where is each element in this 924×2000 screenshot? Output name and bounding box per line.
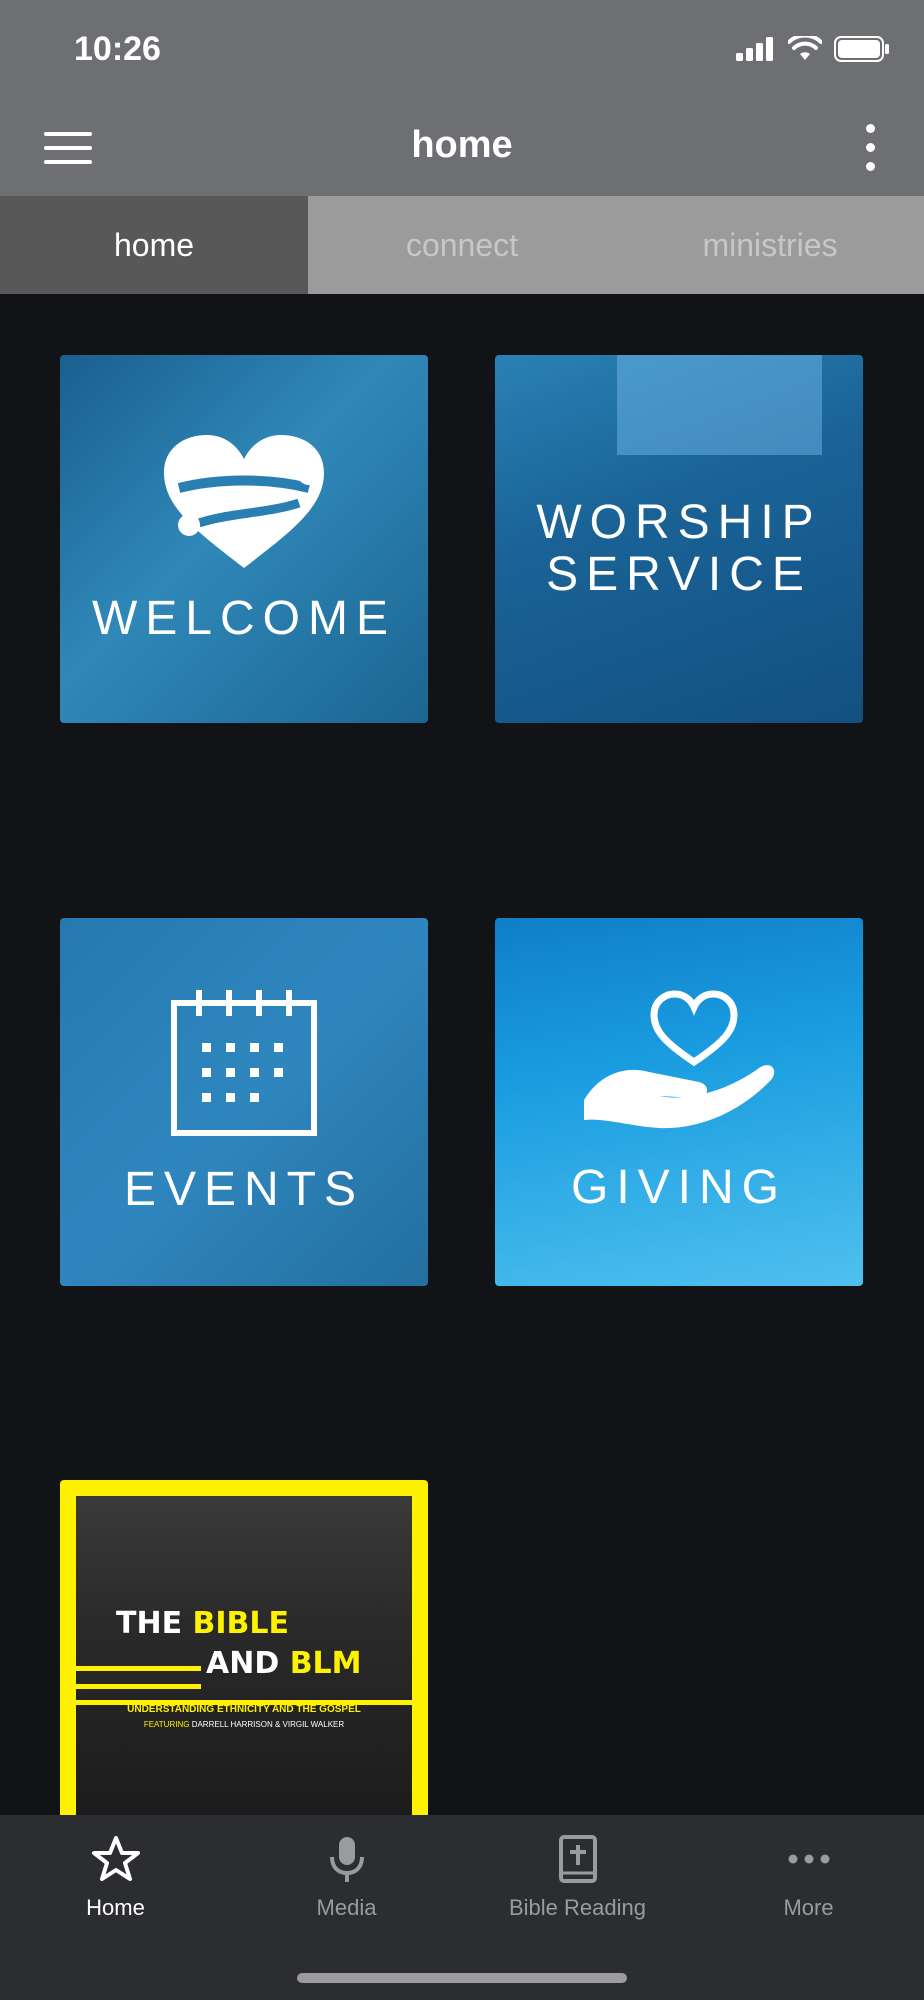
events-label: EVENTS [123,1163,365,1216]
heart-hug-icon [164,435,324,568]
status-bar: 10:26 [0,0,924,100]
tab-strip: home connect ministries [0,196,924,294]
status-icons [736,36,890,62]
giving-label: GIVING [570,1161,788,1214]
bible-blm-artwork: THE BIBLE AND BLM UNDERSTANDING ETHNICIT… [76,1496,412,1815]
star-icon [91,1836,140,1881]
nav-media[interactable]: Media [231,1835,462,1921]
battery-icon [834,36,889,62]
worship-label-line2: SERVICE [546,548,812,601]
nav-more[interactable]: More [693,1835,924,1921]
tab-home[interactable]: home [0,196,308,294]
wifi-icon [788,36,822,60]
page-title: home [411,124,513,166]
welcome-tile[interactable]: WELCOME [60,355,428,723]
more-dots-icon [788,1854,829,1864]
app-bar: home [0,100,924,196]
signal-icon [736,37,773,61]
nav-home-label: Home [86,1895,145,1920]
nav-more-label: More [783,1895,834,1920]
nav-bible-reading[interactable]: Bible Reading [462,1835,693,1921]
nav-home[interactable]: Home [0,1835,231,1921]
giving-tile[interactable]: GIVING [495,918,863,1286]
tab-connect[interactable]: connect [308,196,616,294]
bible-blm-title-line1: THE BIBLE [116,1606,290,1641]
nav-bible-reading-label: Bible Reading [509,1895,646,1920]
bible-blm-featuring: FEATURING DARRELL HARRISON & VIRGIL WALK… [143,1720,345,1729]
tab-ministries[interactable]: ministries [616,196,924,294]
status-time: 10:26 [74,30,161,68]
nav-media-label: Media [316,1895,377,1920]
microphone-icon [329,1837,364,1882]
welcome-label: WELCOME [91,592,396,645]
hand-heart-icon [584,990,775,1129]
bible-blm-subtitle: UNDERSTANDING ETHNICITY AND THE GOSPEL [127,1704,361,1715]
overflow-menu-button[interactable] [860,122,880,174]
bible-icon [558,1835,597,1883]
home-indicator[interactable] [297,1973,627,1983]
worship-service-tile[interactable]: WORSHIP SERVICE [495,355,863,723]
calendar-icon [171,990,317,1136]
events-tile[interactable]: EVENTS [60,918,428,1286]
bible-and-blm-tile[interactable]: THE BIBLE AND BLM UNDERSTANDING ETHNICIT… [60,1480,428,1815]
bible-blm-title-line2: AND BLM [206,1646,362,1681]
worship-label-line1: WORSHIP [536,496,822,549]
projector-screen [617,355,822,455]
